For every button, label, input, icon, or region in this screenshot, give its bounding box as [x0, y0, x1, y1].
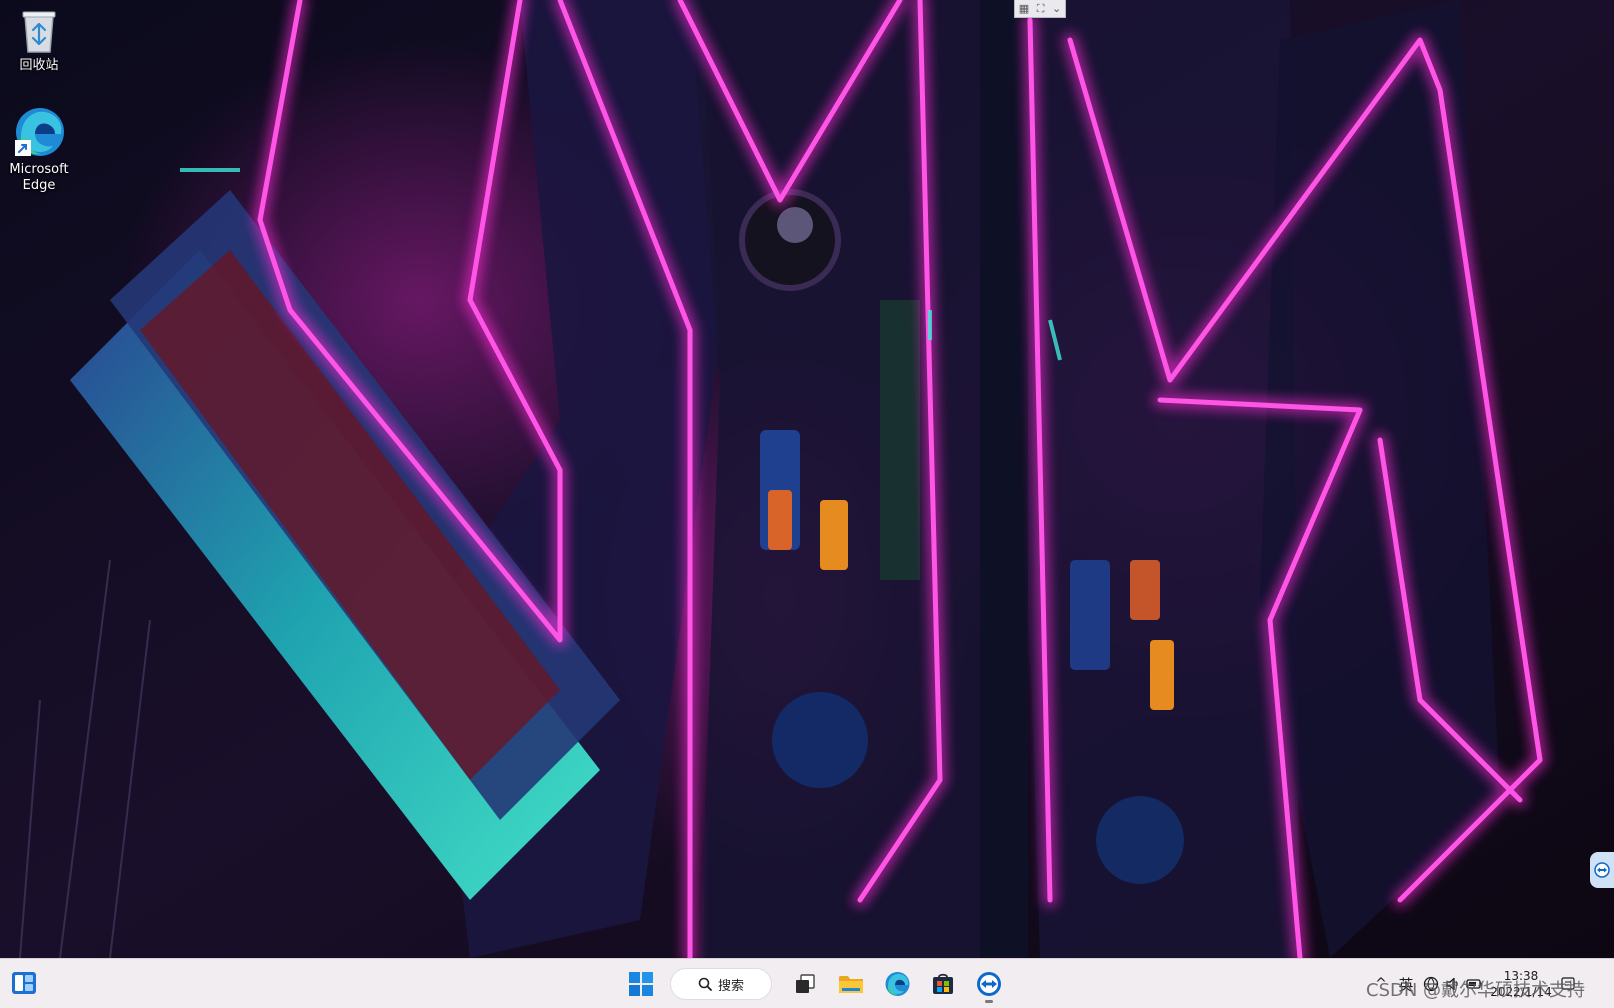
remote-side-tab[interactable] [1590, 852, 1614, 888]
watermark: CSDN @戴尔华硕技术支持 [1366, 980, 1586, 1001]
grid-icon[interactable]: ▦ [1019, 2, 1029, 15]
store-button[interactable] [923, 964, 963, 1004]
edge-icon [885, 972, 910, 996]
running-indicator [985, 1000, 993, 1003]
recycle-bin-label: 回收站 [19, 58, 59, 73]
start-button[interactable] [621, 964, 661, 1004]
chevron-down-icon[interactable]: ⌄ [1052, 2, 1061, 15]
file-explorer-button[interactable] [831, 964, 871, 1004]
widgets-button[interactable] [8, 967, 40, 999]
taskbar: 搜索 ^ 英 13:38 2022/1/14 CSDN @戴尔华硕技术支持 [0, 958, 1614, 1008]
task-view-icon [796, 974, 815, 993]
teamviewer-icon [1594, 862, 1610, 878]
desktop: 回收站 Microsoft Edge ▦ ⛶ ⌄ 搜索 ^ 英 13:38 20… [0, 0, 1614, 1008]
search-icon [698, 977, 712, 991]
remote-toolbar[interactable]: ▦ ⛶ ⌄ [1014, 0, 1066, 18]
search-label: 搜索 [717, 978, 744, 994]
widgets-icon [12, 972, 36, 994]
fullscreen-icon[interactable]: ⛶ [1037, 2, 1045, 16]
edge-icon [15, 108, 64, 156]
file-explorer-icon [839, 976, 863, 993]
edge-shortcut[interactable]: Microsoft Edge [1, 106, 77, 194]
store-icon [933, 973, 953, 994]
edge-label-line2: Edge [22, 178, 56, 193]
task-view-button[interactable] [785, 964, 825, 1004]
search-button[interactable]: 搜索 [670, 968, 772, 1000]
teamviewer-taskbar-button[interactable] [969, 964, 1009, 1004]
edge-label-line1: Microsoft [9, 162, 69, 177]
teamviewer-icon [977, 972, 1001, 996]
recycle-bin-icon [22, 11, 56, 53]
wallpaper [0, 0, 1614, 958]
taskbar-center: 搜索 [618, 964, 1012, 1004]
recycle-bin-shortcut[interactable]: 回收站 [1, 8, 77, 74]
start-icon [629, 972, 653, 996]
edge-taskbar-button[interactable] [877, 964, 917, 1004]
